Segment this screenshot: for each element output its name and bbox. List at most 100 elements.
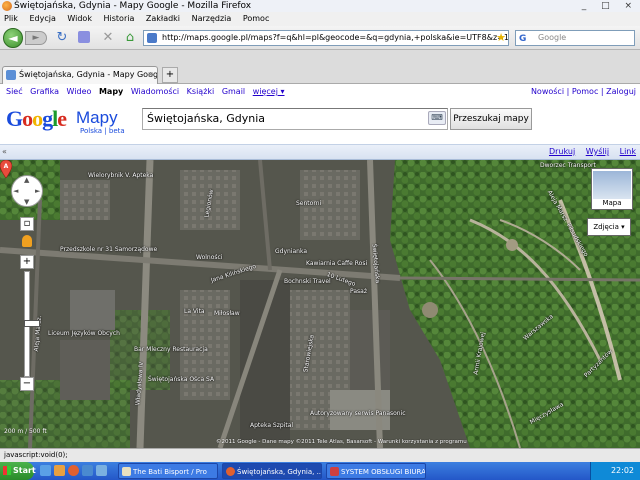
map-scale: 200 m / 500 ft bbox=[4, 428, 47, 435]
gbar-gmail[interactable]: Gmail bbox=[222, 87, 245, 96]
poi-label[interactable]: Sentorni bbox=[296, 200, 321, 207]
task-app-icon bbox=[330, 467, 339, 476]
quicklaunch-desktop-icon[interactable] bbox=[82, 465, 93, 476]
poi-label[interactable]: Świętojańska Ośca SA bbox=[148, 376, 214, 383]
map-type-button[interactable]: Mapa bbox=[591, 168, 633, 210]
quicklaunch-explorer-icon[interactable] bbox=[54, 465, 65, 476]
pan-right-icon[interactable]: ► bbox=[35, 187, 40, 195]
navigation-toolbar: ◄ ► ↻ ✕ ⌂ http://maps.google.pl/maps?f=q… bbox=[0, 26, 640, 50]
send-link[interactable]: Wyślij bbox=[586, 147, 609, 156]
poi-label[interactable]: Liceum Języków Obcych bbox=[48, 330, 120, 337]
poi-label[interactable]: Autoryzowany serwis Panasonic bbox=[310, 410, 406, 417]
gbar-wiadomosci[interactable]: Wiadomości bbox=[131, 87, 179, 96]
map-thumbnail bbox=[593, 171, 631, 199]
task-button[interactable]: The Bati Bisport / Pro bbox=[118, 463, 218, 479]
stop-icon[interactable] bbox=[76, 30, 92, 46]
zoom-slider-track[interactable] bbox=[24, 271, 40, 377]
zoom-out-button[interactable]: − bbox=[20, 377, 34, 391]
menu-zakladki[interactable]: Zakładki bbox=[146, 14, 180, 23]
poi-label[interactable]: Apteka Szpital bbox=[250, 422, 293, 429]
menu-historia[interactable]: Historia bbox=[104, 14, 135, 23]
gbar-ksiazki[interactable]: Książki bbox=[187, 87, 215, 96]
poi-label[interactable]: Dworzec Transport bbox=[540, 162, 596, 169]
zoom-box-icon[interactable]: ▫ bbox=[20, 217, 34, 231]
product-subtitle: Polska | beta bbox=[80, 127, 125, 135]
pan-up-icon[interactable]: ▲ bbox=[24, 176, 29, 184]
poi-label[interactable]: Kawiarnia Caffe Rosi bbox=[306, 260, 367, 267]
menu-pomoc[interactable]: Pomoc bbox=[243, 14, 270, 23]
product-name: Mapy bbox=[76, 108, 118, 127]
menu-plik[interactable]: Plik bbox=[4, 14, 18, 23]
gbar-siec[interactable]: Sieć bbox=[6, 87, 23, 96]
poi-label[interactable]: Przedszkole nr 31 Samorządowe bbox=[60, 246, 157, 253]
menu-edycja[interactable]: Edycja bbox=[29, 14, 55, 23]
url-bar[interactable]: http://maps.google.pl/maps?f=q&hl=pl&geo… bbox=[143, 30, 509, 46]
search-input[interactable]: Świętojańska, Gdynia bbox=[142, 108, 448, 130]
print-link[interactable]: Drukuj bbox=[549, 147, 575, 156]
firefox-icon bbox=[2, 1, 12, 11]
location-marker-icon[interactable]: A bbox=[0, 160, 12, 178]
forward-button[interactable]: ► bbox=[25, 31, 47, 45]
poi-label[interactable]: Miłosław bbox=[214, 310, 240, 317]
search-maps-button[interactable]: Przeszukaj mapy bbox=[450, 108, 532, 130]
window-title: Świętojańska, Gdynia - Mapy Google - Moz… bbox=[14, 1, 252, 11]
task-button[interactable]: SYSTEM OBSŁUGI BIURA ... bbox=[326, 463, 426, 479]
tab-label: Świętojańska, Gdynia - Mapy Google bbox=[19, 70, 158, 79]
menu-widok[interactable]: Widok bbox=[67, 14, 92, 23]
poi-label[interactable]: Wielorybnik V. Apteka bbox=[88, 172, 153, 179]
pan-left-icon[interactable]: ◄ bbox=[13, 187, 18, 195]
maps-header: Google Mapy Polska | beta Świętojańska, … bbox=[0, 100, 640, 144]
poi-label[interactable]: Pasaż bbox=[350, 288, 367, 295]
quicklaunch-app-icon[interactable] bbox=[96, 465, 107, 476]
gbar-wiecej[interactable]: więcej ▾ bbox=[253, 87, 285, 96]
menu-bar: Plik Edycja Widok Historia Zakładki Narz… bbox=[0, 12, 640, 26]
system-tray: 22:02 bbox=[590, 462, 640, 480]
taskbar: Start The Bati Bisport / Pro Świętojańsk… bbox=[0, 462, 640, 480]
site-icon bbox=[147, 33, 157, 43]
quicklaunch-firefox-icon[interactable] bbox=[68, 465, 79, 476]
map-toolbar: « Drukuj Wyślij Link bbox=[0, 144, 640, 160]
gbar-mapy[interactable]: Mapy bbox=[99, 87, 123, 96]
window-controls[interactable]: _ □ × bbox=[582, 0, 638, 12]
gbar-wideo[interactable]: Wideo bbox=[67, 87, 92, 96]
google-bar: Sieć Grafika Wideo Mapy Wiadomości Książ… bbox=[0, 84, 640, 100]
close-icon[interactable]: ✕ bbox=[100, 30, 116, 46]
menu-narzedzia[interactable]: Narzędzia bbox=[192, 14, 232, 23]
zoom-in-button[interactable]: + bbox=[20, 255, 34, 269]
back-button[interactable]: ◄ bbox=[3, 28, 23, 48]
tab-active[interactable]: Świętojańska, Gdynia - Mapy Google × bbox=[2, 66, 158, 84]
collapse-panel-icon[interactable]: « bbox=[2, 145, 7, 159]
photos-button[interactable]: Zdjęcia ▾ bbox=[587, 218, 631, 236]
gbar-grafika[interactable]: Grafika bbox=[30, 87, 59, 96]
task-app-icon bbox=[122, 467, 131, 476]
map-type-label: Mapa bbox=[602, 199, 622, 207]
status-bar: javascript:void(0); bbox=[0, 448, 640, 462]
poi-label[interactable]: Bar Mleczny Restauracja bbox=[134, 346, 208, 353]
start-button[interactable]: Start bbox=[0, 462, 36, 480]
quicklaunch-ie-icon[interactable] bbox=[40, 465, 51, 476]
google-logo[interactable]: Google bbox=[6, 106, 67, 132]
street-label: Wolności bbox=[196, 254, 223, 261]
street-view-pegman-icon[interactable] bbox=[22, 235, 32, 247]
pan-control[interactable]: ▲ ▼ ◄ ► bbox=[11, 175, 43, 207]
search-placeholder: Google bbox=[538, 33, 567, 42]
poi-label[interactable]: Bochnski Travel bbox=[284, 278, 331, 285]
keyboard-icon[interactable]: ⌨ bbox=[428, 111, 446, 125]
gbar-right-links[interactable]: Nowości | Pomoc | Zaloguj bbox=[531, 84, 636, 100]
poi-label[interactable]: La Vita bbox=[184, 308, 205, 315]
web-search-field[interactable]: G Google bbox=[515, 30, 635, 46]
task-button-active[interactable]: Świętojańska, Gdynia, ... bbox=[222, 463, 322, 479]
satellite-map[interactable]: Wielorybnik V. Apteka Przedszkole nr 31 … bbox=[0, 160, 640, 448]
reload-icon[interactable]: ↻ bbox=[54, 30, 70, 46]
pan-down-icon[interactable]: ▼ bbox=[24, 198, 29, 206]
tab-close-icon[interactable]: × bbox=[147, 67, 154, 83]
bookmark-star-icon[interactable]: ★ bbox=[496, 31, 506, 45]
clock: 22:02 bbox=[610, 466, 634, 475]
url-text: http://maps.google.pl/maps?f=q&hl=pl&geo… bbox=[162, 33, 509, 42]
zoom-slider-handle[interactable] bbox=[24, 320, 40, 327]
poi-label[interactable]: Gdynianka bbox=[275, 248, 307, 255]
link-link[interactable]: Link bbox=[620, 147, 636, 156]
zoom-control: ▫ + − bbox=[20, 217, 40, 397]
new-tab-button[interactable]: + bbox=[162, 67, 178, 83]
home-icon[interactable]: ⌂ bbox=[122, 30, 138, 46]
